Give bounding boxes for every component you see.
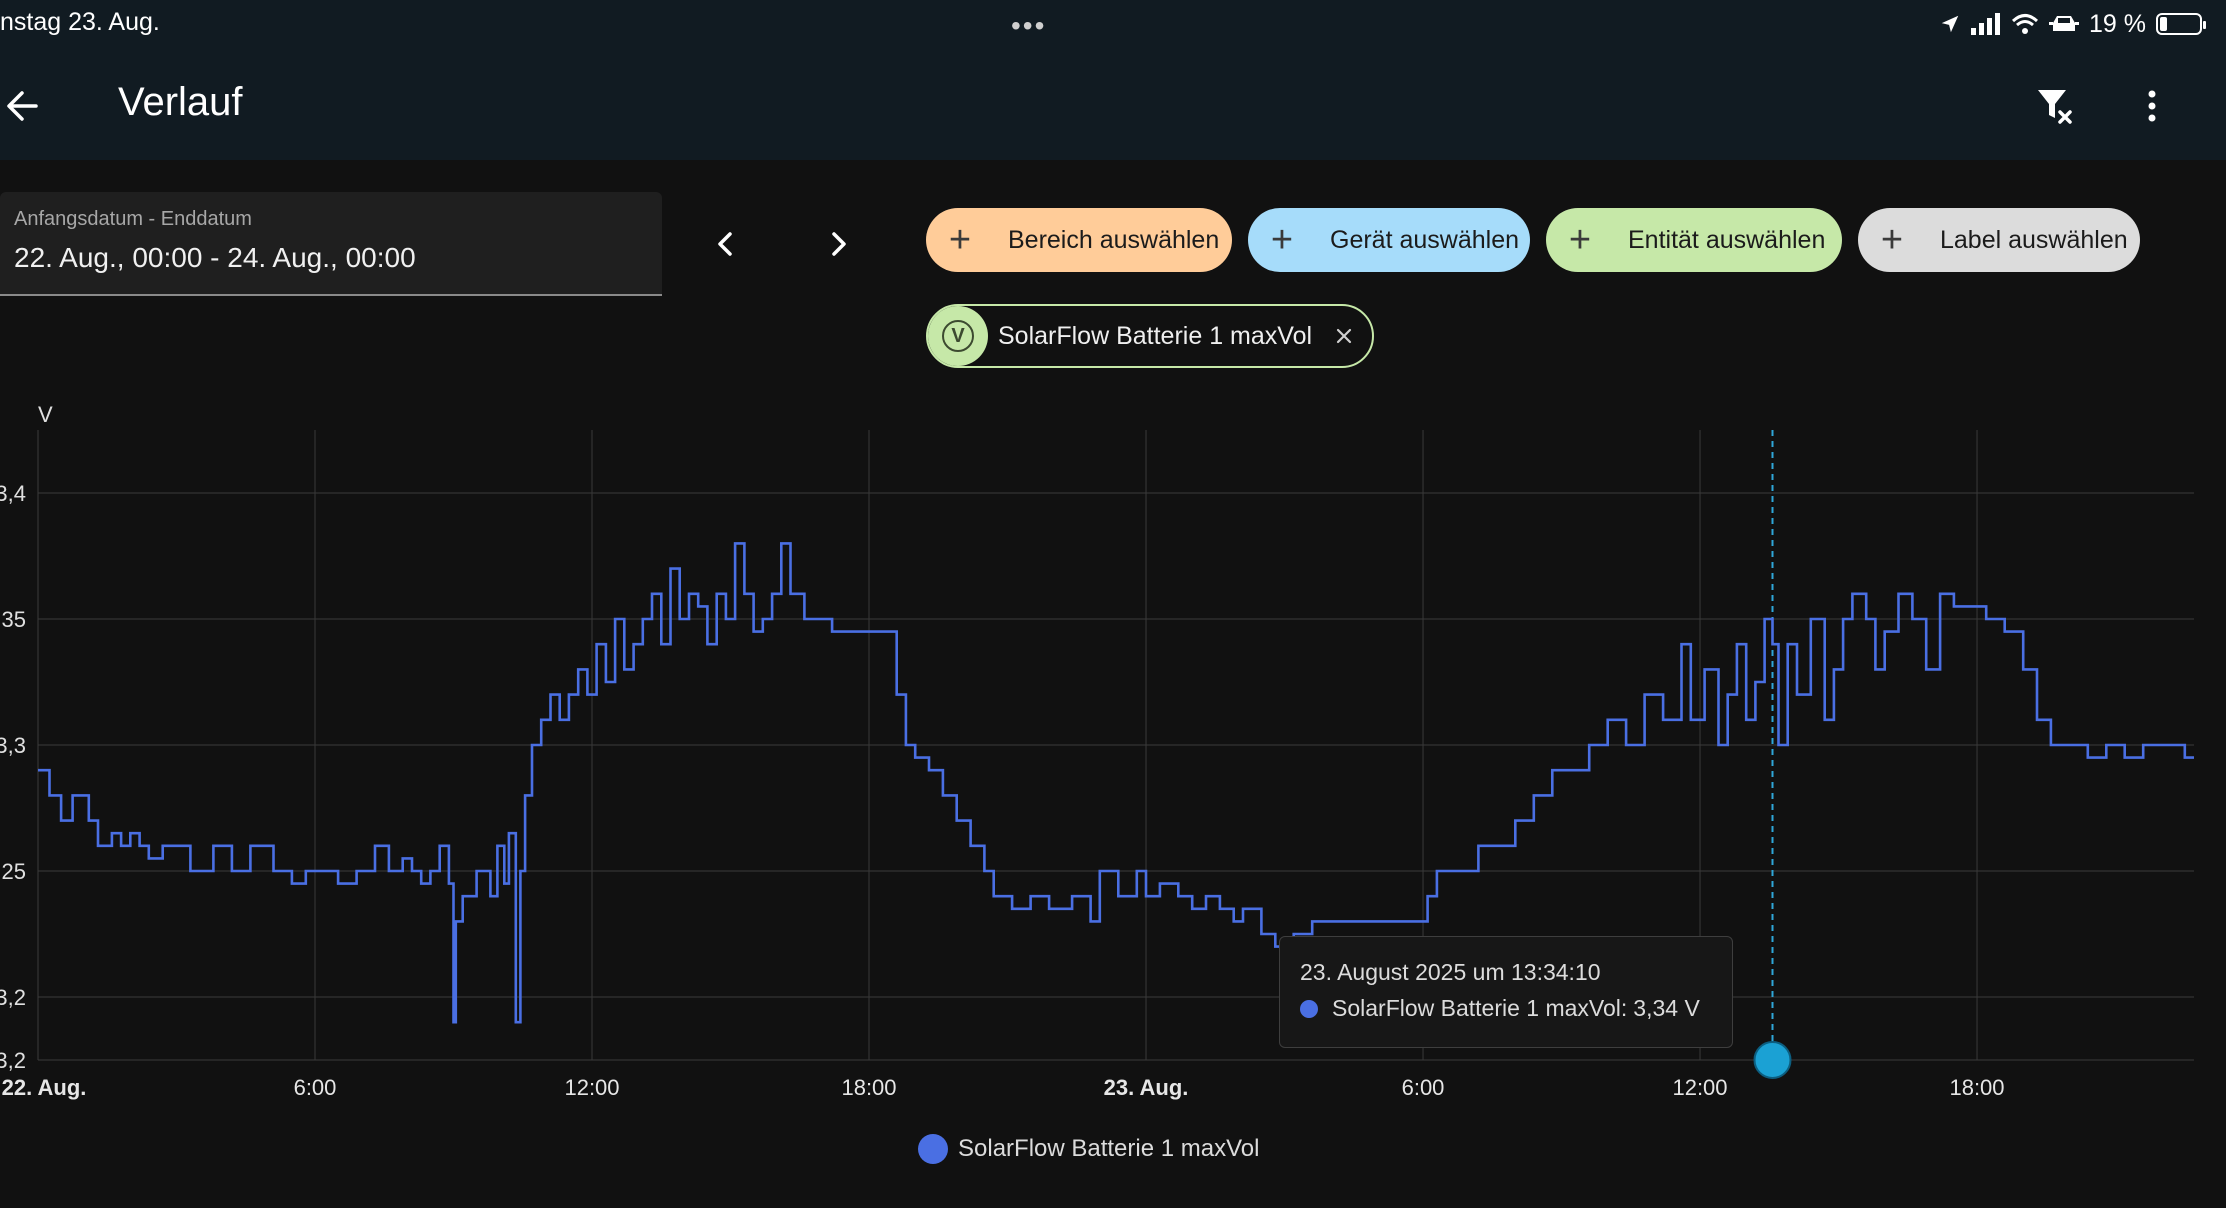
y-tick-label: 3,2	[0, 985, 26, 1010]
date-range-value: 22. Aug., 00:00 - 24. Aug., 00:00	[14, 242, 416, 273]
page-title: Verlauf	[118, 80, 243, 124]
tooltip-series-label: SolarFlow Batterie 1 maxVol:	[1332, 995, 1628, 1021]
plus-icon: +	[1568, 219, 1592, 261]
y-axis-unit: V	[38, 402, 53, 427]
select-area-chip[interactable]: + Bereich auswählen	[926, 208, 1232, 272]
x-tick-label: 22. Aug.	[2, 1075, 87, 1100]
back-arrow-icon[interactable]	[0, 82, 48, 130]
tooltip-timestamp: 23. August 2025 um 13:34:10	[1300, 959, 1601, 985]
tooltip-series-row: SolarFlow Batterie 1 maxVol: 3,34 V	[1300, 995, 1700, 1022]
chart-legend[interactable]: SolarFlow Batterie 1 maxVol	[918, 1132, 1259, 1166]
y-tick-label: 3,2	[0, 1048, 26, 1073]
location-icon	[1941, 15, 1959, 33]
plus-icon: +	[948, 219, 972, 261]
filter-remove-icon[interactable]	[2032, 82, 2080, 130]
status-indicators: 19 %	[1939, 6, 2206, 42]
x-tick-label: 6:00	[294, 1075, 337, 1100]
chevron-left-icon[interactable]	[702, 220, 750, 268]
chevron-right-icon[interactable]	[814, 220, 862, 268]
x-tick-label: 18:00	[841, 1075, 896, 1100]
plus-icon: +	[1270, 219, 1294, 261]
x-tick-label: 12:00	[564, 1075, 619, 1100]
wifi-icon	[2012, 14, 2039, 34]
battery-icon	[2156, 13, 2206, 35]
battery-percent: 19 %	[2089, 9, 2146, 38]
chart-grid	[37, 430, 2194, 1061]
cellular-signal-icon	[1971, 13, 2001, 35]
x-axis-ticks: 22. Aug. 6:00 12:00 18:00 23. Aug. 6:00 12:00 1…	[2, 1075, 2005, 1100]
select-device-label: Gerät auswählen	[1330, 225, 1520, 254]
cursor-marker[interactable]	[1753, 1041, 1792, 1079]
select-label-label: Label auswählen	[1940, 225, 2128, 254]
date-range-label: Anfangsdatum - Enddatum	[14, 208, 252, 230]
x-tick-label: 12:00	[1672, 1075, 1727, 1100]
y-axis-ticks: 3,4 3,35 3,3 3,25 3,2 3,2	[0, 481, 26, 1073]
select-entity-chip[interactable]: + Entität auswählen	[1546, 208, 1842, 272]
entity-avatar: V	[928, 306, 988, 366]
legend-label: SolarFlow Batterie 1 maxVol	[958, 1135, 1260, 1162]
status-date: nstag 23. Aug.	[0, 8, 160, 36]
selected-entity-label: SolarFlow Batterie 1 maxVol	[998, 321, 1313, 350]
tooltip-value: 3,34 V	[1633, 995, 1700, 1021]
battery-level-fill	[2160, 17, 2167, 31]
series-line	[38, 542, 2194, 1024]
select-area-label: Bereich auswählen	[1008, 225, 1220, 254]
x-tick-label: 18:00	[1949, 1075, 2004, 1100]
y-tick-label: 3,4	[0, 481, 26, 506]
date-range-picker[interactable]: Anfangsdatum - Enddatum 22. Aug., 00:00 …	[0, 192, 662, 296]
y-tick-label: 3,35	[0, 607, 26, 632]
close-icon[interactable]	[1328, 320, 1360, 352]
series-color-dot	[1300, 999, 1318, 1018]
x-tick-label: 6:00	[1402, 1075, 1445, 1100]
history-chart[interactable]: 3,4 3,35 3,3 3,25 3,2 3,2 22. Aug. 6:00 12:00 18…	[0, 400, 2226, 1140]
select-entity-label: Entität auswählen	[1628, 225, 1826, 254]
status-bar: nstag 23. Aug. ••• 19 %	[0, 0, 2226, 48]
select-device-chip[interactable]: + Gerät auswählen	[1248, 208, 1530, 272]
plus-icon: +	[1880, 219, 1904, 261]
y-tick-label: 3,25	[0, 859, 26, 884]
y-tick-label: 3,3	[0, 733, 26, 758]
car-icon	[2049, 16, 2080, 31]
legend-color-dot	[918, 1134, 948, 1164]
chart-tooltip: 23. August 2025 um 13:34:10 SolarFlow Ba…	[1279, 936, 1733, 1048]
selected-entity-chip[interactable]: V SolarFlow Batterie 1 maxVol	[926, 304, 1374, 368]
app-bar: Verlauf	[0, 48, 2226, 160]
multitasking-dots[interactable]: •••	[1011, 10, 1046, 42]
x-tick-label: 23. Aug.	[1104, 1075, 1189, 1100]
more-vert-icon[interactable]	[2128, 82, 2176, 130]
select-label-chip[interactable]: + Label auswählen	[1858, 208, 2140, 272]
voltage-icon: V	[942, 320, 974, 352]
